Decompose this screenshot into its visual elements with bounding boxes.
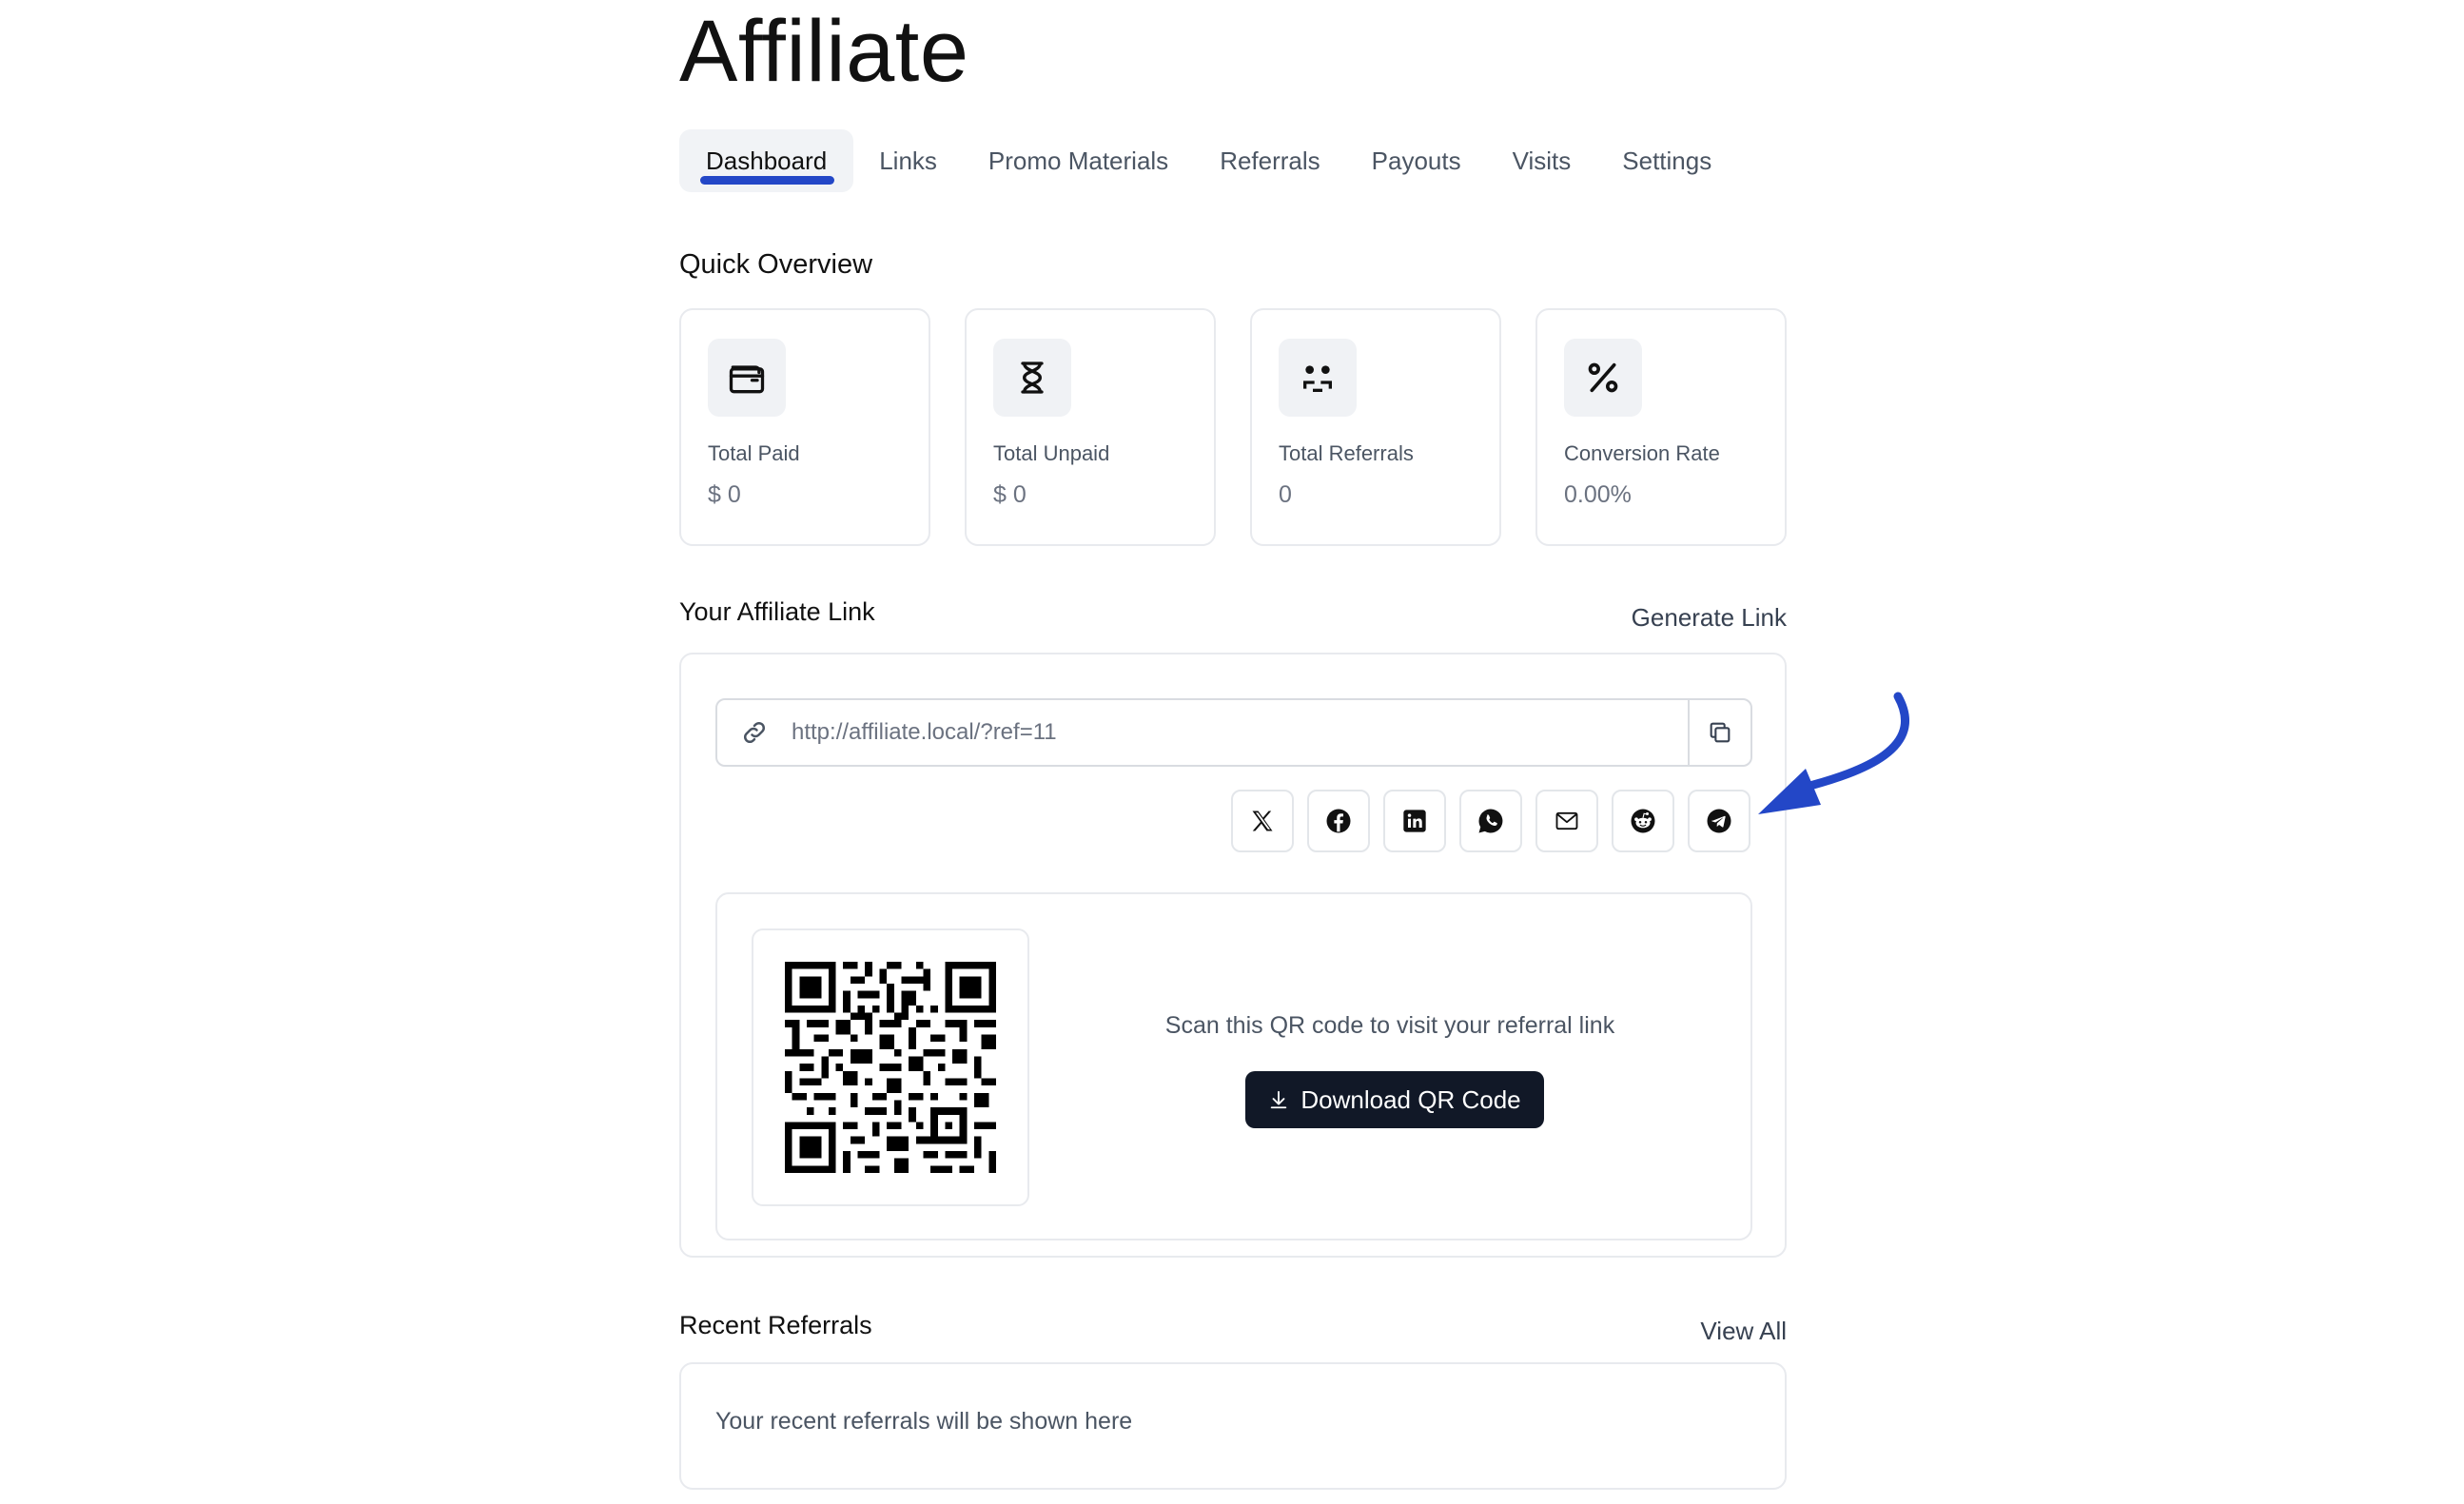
active-tab-indicator bbox=[700, 176, 835, 185]
qr-code bbox=[752, 928, 1029, 1206]
download-icon bbox=[1271, 1090, 1287, 1109]
reddit-icon bbox=[1631, 809, 1655, 833]
generate-link-button[interactable]: Generate Link bbox=[1632, 603, 1787, 633]
stat-card-total-paid: Total Paid $ 0 bbox=[679, 308, 930, 546]
copy-icon bbox=[1710, 722, 1731, 743]
affiliate-url-input[interactable] bbox=[792, 700, 1688, 765]
share-reddit-button[interactable] bbox=[1612, 790, 1674, 852]
share-email-button[interactable] bbox=[1535, 790, 1598, 852]
tab-referrals[interactable]: Referrals bbox=[1194, 129, 1345, 192]
x-icon bbox=[1252, 811, 1273, 831]
share-telegram-button[interactable] bbox=[1688, 790, 1750, 852]
stat-card-conversion-rate: Conversion Rate 0.00% bbox=[1535, 308, 1787, 546]
stat-card-total-unpaid: Total Unpaid $ 0 bbox=[965, 308, 1216, 546]
telegram-icon bbox=[1707, 809, 1731, 833]
copy-button[interactable] bbox=[1688, 700, 1750, 765]
view-all-link[interactable]: View All bbox=[1700, 1317, 1787, 1346]
qr-code-image bbox=[785, 962, 996, 1173]
hourglass-icon bbox=[993, 339, 1071, 417]
linkedin-icon bbox=[1403, 810, 1426, 832]
link-icon bbox=[717, 718, 792, 747]
share-x-button[interactable] bbox=[1231, 790, 1294, 852]
tab-promo-materials[interactable]: Promo Materials bbox=[963, 129, 1194, 192]
qr-code-section: Scan this QR code to visit your referral… bbox=[715, 892, 1752, 1240]
download-qr-button[interactable]: Download QR Code bbox=[1245, 1071, 1544, 1128]
share-whatsapp-button[interactable] bbox=[1459, 790, 1522, 852]
stat-value: $ 0 bbox=[708, 481, 741, 508]
tab-dashboard[interactable]: Dashboard bbox=[679, 129, 854, 192]
tab-label: Settings bbox=[1622, 146, 1712, 175]
whatsapp-icon bbox=[1478, 809, 1503, 833]
recent-referrals-empty-text: Your recent referrals will be shown here bbox=[715, 1408, 1133, 1435]
page-title: Affiliate bbox=[679, 3, 969, 100]
qr-caption: Scan this QR code to visit your referral… bbox=[1164, 1012, 1615, 1039]
share-buttons bbox=[1231, 790, 1750, 852]
tab-label: Payouts bbox=[1371, 146, 1461, 175]
affiliate-url-field bbox=[715, 698, 1752, 767]
stat-label: Total Unpaid bbox=[993, 441, 1110, 465]
tab-links[interactable]: Links bbox=[853, 129, 963, 192]
stat-value: 0 bbox=[1279, 481, 1292, 508]
tab-label: Links bbox=[879, 146, 937, 175]
download-qr-label: Download QR Code bbox=[1300, 1084, 1521, 1114]
share-facebook-button[interactable] bbox=[1307, 790, 1370, 852]
facebook-icon bbox=[1326, 809, 1351, 833]
email-icon bbox=[1555, 811, 1578, 830]
tab-bar: Dashboard Links Promo Materials Referral… bbox=[679, 129, 1737, 192]
tab-label: Visits bbox=[1512, 146, 1572, 175]
stat-label: Total Paid bbox=[708, 441, 800, 465]
tab-label: Dashboard bbox=[706, 146, 828, 175]
affiliate-link-title: Your Affiliate Link bbox=[679, 597, 875, 626]
wallet-icon bbox=[708, 339, 786, 417]
stat-value: $ 0 bbox=[993, 481, 1027, 508]
tab-settings[interactable]: Settings bbox=[1596, 129, 1737, 192]
tab-label: Referrals bbox=[1220, 146, 1320, 175]
stat-label: Conversion Rate bbox=[1564, 441, 1720, 465]
annotation-arrow-icon bbox=[1758, 692, 1909, 814]
share-linkedin-button[interactable] bbox=[1383, 790, 1446, 852]
recent-referrals-panel: Your recent referrals will be shown here bbox=[679, 1362, 1787, 1490]
stat-label: Total Referrals bbox=[1279, 441, 1414, 465]
stat-card-total-referrals: Total Referrals 0 bbox=[1250, 308, 1501, 546]
percent-icon bbox=[1564, 339, 1642, 417]
stat-value: 0.00% bbox=[1564, 481, 1632, 508]
recent-referrals-title: Recent Referrals bbox=[679, 1311, 872, 1339]
tab-payouts[interactable]: Payouts bbox=[1346, 129, 1487, 192]
quick-overview-title: Quick Overview bbox=[679, 249, 873, 280]
users-icon bbox=[1279, 339, 1357, 417]
tab-visits[interactable]: Visits bbox=[1487, 129, 1597, 192]
tab-label: Promo Materials bbox=[988, 146, 1169, 175]
affiliate-link-panel: Scan this QR code to visit your referral… bbox=[679, 653, 1787, 1258]
